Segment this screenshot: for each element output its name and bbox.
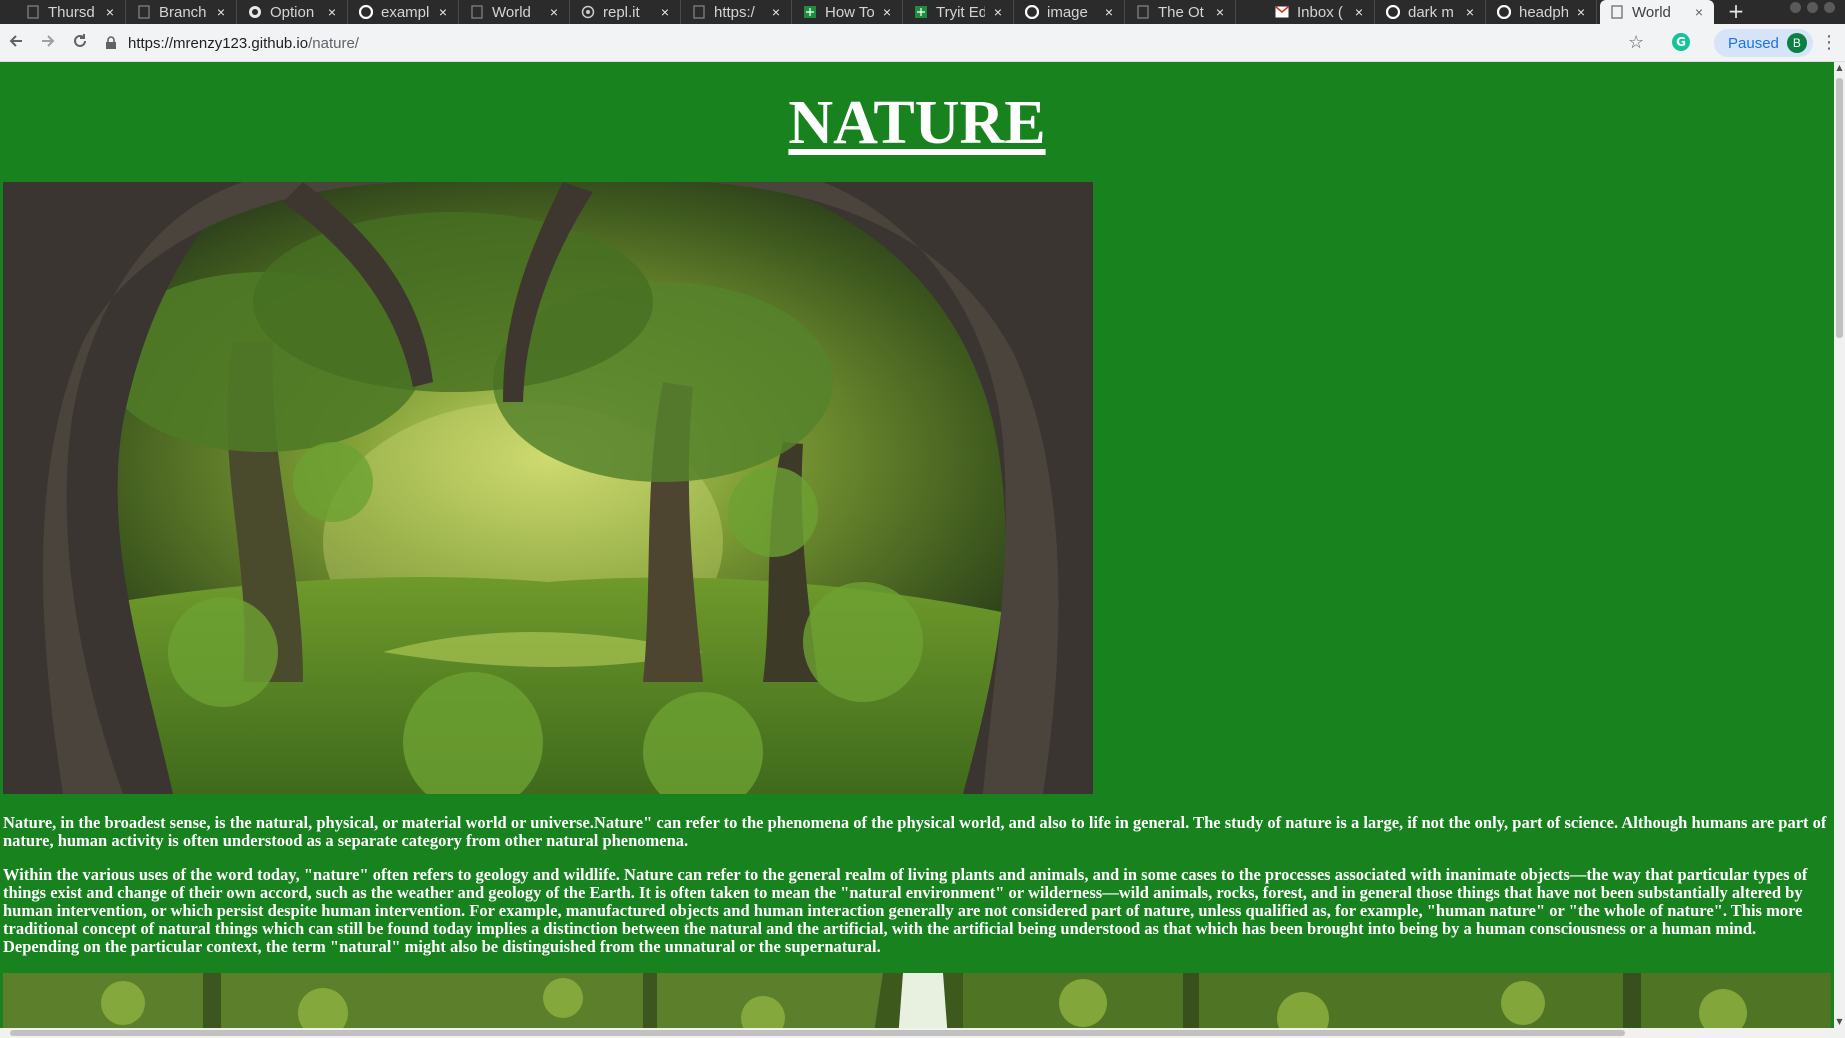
intro-paragraph: Nature, in the broadest sense, is the na… — [3, 813, 1827, 850]
canyon-image-illustration — [3, 973, 1831, 1028]
scroll-down-arrow-icon[interactable]: ▼ — [1834, 1016, 1845, 1028]
grammarly-extension-icon[interactable]: G — [1672, 33, 1690, 51]
tab-4[interactable]: World × — [460, 0, 570, 24]
close-icon[interactable]: × — [1352, 5, 1366, 19]
google-icon — [359, 5, 373, 19]
close-icon[interactable]: × — [658, 5, 672, 19]
forward-arrow-icon — [42, 35, 55, 47]
doc-icon — [1610, 5, 1624, 19]
tab-title: Thursd — [48, 3, 95, 21]
kebab-menu-icon[interactable]: ⋮ — [1820, 32, 1838, 54]
tab-title: Inbox ( — [1297, 3, 1343, 21]
scrollbar-thumb[interactable] — [1836, 78, 1843, 338]
browser-toolbar: https://mrenzy123.github.io/nature/ ☆ G … — [0, 24, 1845, 62]
close-icon[interactable]: × — [1213, 5, 1227, 19]
maximize-button[interactable] — [1807, 2, 1818, 13]
tab-6[interactable]: https:/ × — [682, 0, 792, 24]
gmail-icon — [1275, 5, 1289, 19]
url-text: https://mrenzy123.github.io/nature/ — [128, 35, 359, 52]
doc-icon — [470, 5, 484, 19]
close-icon[interactable]: × — [214, 5, 228, 19]
close-icon[interactable]: × — [1463, 5, 1477, 19]
close-icon[interactable]: × — [1102, 5, 1116, 19]
avatar: B — [1786, 33, 1807, 53]
scroll-up-arrow-icon[interactable]: ▲ — [1834, 62, 1845, 74]
close-icon[interactable]: × — [103, 5, 117, 19]
close-icon[interactable]: × — [991, 5, 1005, 19]
tab-title: exampl — [381, 3, 430, 21]
tab-10[interactable]: The Ot × — [1126, 0, 1236, 24]
tab-title: The Ot — [1158, 3, 1204, 21]
google-icon — [1386, 5, 1400, 19]
tab-13[interactable]: headph × — [1487, 0, 1597, 24]
reload-icon — [74, 34, 86, 47]
tab-0[interactable]: Thursd × — [16, 0, 126, 24]
close-window-button[interactable] — [1824, 2, 1835, 13]
tab-2[interactable]: Option × — [238, 0, 348, 24]
tab-title: World — [1632, 3, 1671, 21]
tab-title: How To — [825, 3, 874, 21]
close-icon[interactable]: × — [325, 5, 339, 19]
bookmark-star-icon[interactable]: ☆ — [1628, 32, 1644, 54]
doc-icon — [1136, 5, 1150, 19]
profile-status: Paused — [1728, 34, 1779, 52]
window-controls — [1790, 2, 1835, 13]
back-arrow-icon — [9, 35, 22, 47]
forest-image-illustration — [3, 182, 1093, 794]
tab-title: Branch — [159, 3, 207, 21]
vertical-scrollbar[interactable]: ▲ ▼ — [1834, 62, 1845, 1028]
close-icon[interactable]: × — [547, 5, 561, 19]
tab-title: headph — [1519, 3, 1568, 21]
tab-14-active[interactable]: World × — [1600, 0, 1714, 24]
url-host: https://mrenzy123.github.io — [128, 34, 309, 52]
close-icon[interactable]: × — [436, 5, 450, 19]
sheets-icon — [914, 5, 928, 19]
google-icon — [1497, 5, 1511, 19]
tab-1[interactable]: Branch × — [127, 0, 237, 24]
tab-strip: Thursd × Branch × Option × exampl × Worl… — [0, 0, 1845, 24]
tab-3[interactable]: exampl × — [349, 0, 459, 24]
forest-hero-image — [3, 182, 1093, 794]
lock-icon — [106, 36, 116, 49]
minimize-button[interactable] — [1790, 2, 1801, 13]
google-icon — [1025, 5, 1039, 19]
back-button[interactable] — [4, 31, 28, 55]
horizontal-scrollbar[interactable] — [0, 1028, 1845, 1038]
tab-title: Option — [270, 3, 315, 21]
close-icon[interactable]: × — [1692, 5, 1706, 19]
tab-title: image — [1047, 3, 1088, 21]
tab-title: https:/ — [714, 3, 755, 21]
tab-12[interactable]: dark m × — [1376, 0, 1486, 24]
profile-button[interactable]: Paused B — [1714, 29, 1813, 57]
tab-9[interactable]: image × — [1015, 0, 1125, 24]
tab-11[interactable]: Inbox ( × — [1265, 0, 1375, 24]
tab-title: World — [492, 3, 531, 21]
scrollbar-thumb[interactable] — [10, 1030, 1625, 1036]
close-icon[interactable]: × — [880, 5, 894, 19]
tab-8[interactable]: Tryit Ed × — [904, 0, 1014, 24]
close-icon[interactable]: × — [1574, 5, 1588, 19]
doc-icon — [692, 5, 706, 19]
close-icon[interactable]: × — [769, 5, 783, 19]
replit-icon — [581, 5, 595, 19]
reload-button[interactable] — [68, 31, 92, 55]
github-icon — [248, 5, 262, 19]
page-viewport: NATURE Nature, in the broadest sense, is… — [0, 62, 1834, 1028]
second-nature-image — [3, 973, 1831, 1028]
new-tab-button[interactable]: + — [1722, 0, 1750, 24]
tab-title: dark m — [1408, 3, 1454, 21]
tab-title: Tryit Ed — [936, 3, 985, 21]
url-path: /nature/ — [308, 34, 359, 52]
address-bar[interactable]: https://mrenzy123.github.io/nature/ — [104, 28, 1684, 58]
page-title: NATURE — [788, 89, 1046, 157]
tab-5[interactable]: repl.it × — [571, 0, 681, 24]
tab-7[interactable]: How To × — [793, 0, 903, 24]
doc-icon — [26, 5, 40, 19]
doc-icon — [137, 5, 151, 19]
forward-button[interactable] — [36, 31, 60, 55]
usage-paragraph: Within the various uses of the word toda… — [3, 865, 1808, 956]
tab-title: repl.it — [603, 3, 640, 21]
sheets-icon — [803, 5, 817, 19]
